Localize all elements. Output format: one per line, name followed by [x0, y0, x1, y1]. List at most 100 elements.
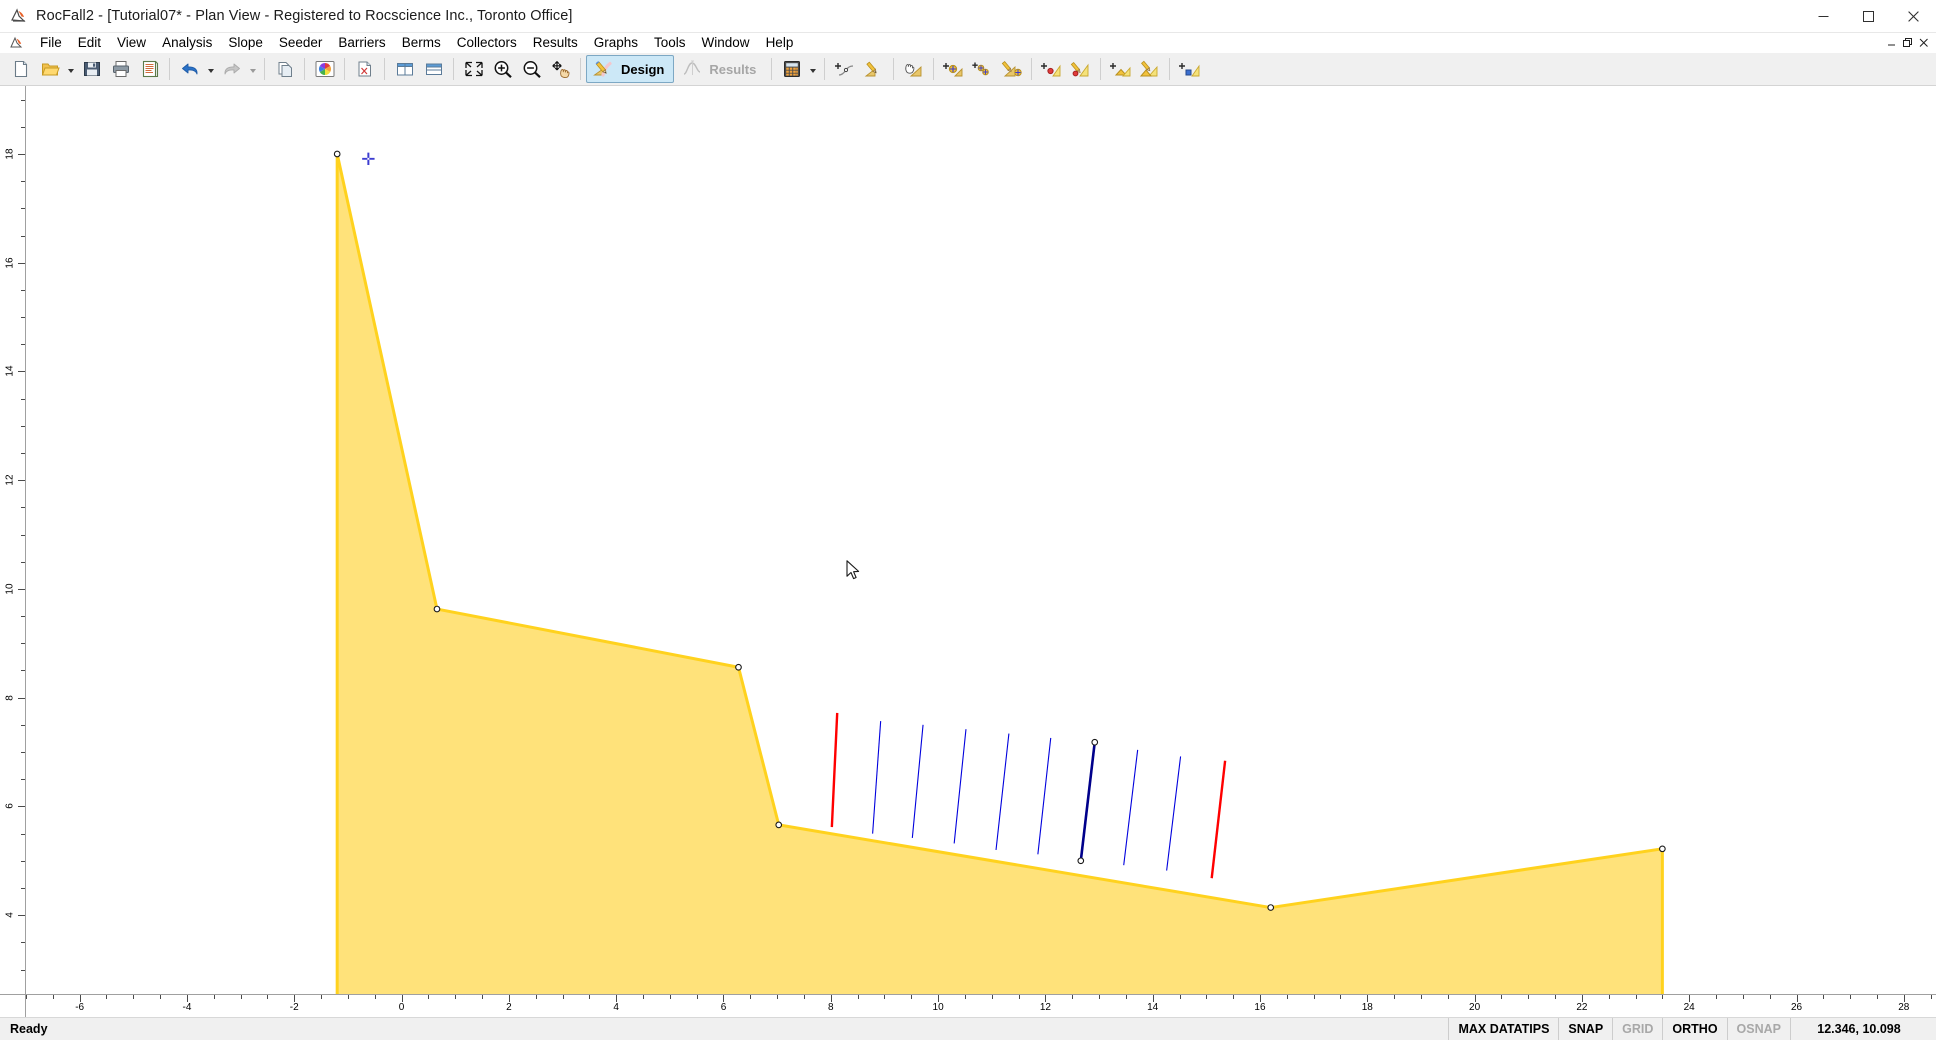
- color-wheel-icon[interactable]: [310, 55, 339, 83]
- x-axis-minor-tick: [1313, 995, 1315, 999]
- maximize-button[interactable]: [1846, 0, 1891, 33]
- add-vertex-icon[interactable]: [830, 55, 859, 83]
- menu-item-slope[interactable]: Slope: [220, 33, 271, 53]
- status-osnap[interactable]: OSNAP: [1726, 1017, 1790, 1041]
- menu-item-seeder[interactable]: Seeder: [271, 33, 331, 53]
- status-grid[interactable]: GRID: [1612, 1017, 1662, 1041]
- menu-item-graphs[interactable]: Graphs: [586, 33, 646, 53]
- x-axis-minor-tick: [1662, 995, 1664, 999]
- menu-item-window[interactable]: Window: [694, 33, 758, 53]
- redo-dropdown[interactable]: [246, 55, 259, 83]
- x-axis-tick-label: 22: [1576, 1002, 1588, 1013]
- menu-item-file[interactable]: File: [32, 33, 70, 53]
- minimize-button[interactable]: [1801, 0, 1846, 33]
- add-barrier-icon[interactable]: [1037, 55, 1066, 83]
- x-axis-minor-tick: [1072, 995, 1074, 999]
- tile-vertical-icon[interactable]: [390, 55, 419, 83]
- plot-canvas[interactable]: ✛: [26, 86, 1936, 994]
- y-axis-ruler[interactable]: 4 6 8 10 12 14 16 18: [0, 86, 26, 994]
- x-axis-major-tick: [508, 995, 510, 1002]
- save-disk-icon[interactable]: [77, 55, 106, 83]
- results-mode-button[interactable]: Results: [674, 55, 766, 83]
- toolbar-separator: [1031, 58, 1033, 80]
- new-document-icon[interactable]: [6, 55, 35, 83]
- menu-item-barriers[interactable]: Barriers: [330, 33, 393, 53]
- pan-hand-icon[interactable]: [546, 55, 575, 83]
- tile-horizontal-icon[interactable]: [419, 55, 448, 83]
- mdi-close-button[interactable]: [1916, 34, 1932, 52]
- x-axis-tick-label: 0: [398, 1002, 405, 1013]
- calculator-icon[interactable]: [777, 55, 806, 83]
- zoom-all-icon[interactable]: [459, 55, 488, 83]
- undo-arrow-icon[interactable]: [175, 55, 204, 83]
- copy-pages-icon[interactable]: [270, 55, 299, 83]
- x-axis-minor-tick: [857, 995, 859, 999]
- report-icon[interactable]: [135, 55, 164, 83]
- add-seeder-points-icon[interactable]: [968, 55, 997, 83]
- x-axis-ruler-body: -6 -4 -2 0 2 4 6 8 10 12 14 16 18 20 22 24 26 28: [26, 995, 1936, 1017]
- status-snap[interactable]: SNAP: [1558, 1017, 1612, 1041]
- edit-berm-icon[interactable]: [1135, 55, 1164, 83]
- y-axis-tick-label: 14: [4, 365, 16, 377]
- x-axis-minor-tick: [589, 995, 591, 999]
- open-folder-icon[interactable]: [35, 55, 64, 83]
- y-axis-minor-tick: [21, 126, 25, 128]
- x-axis-minor-tick: [240, 995, 242, 999]
- status-ortho[interactable]: ORTHO: [1662, 1017, 1726, 1041]
- paint-slope-icon[interactable]: [899, 55, 928, 83]
- x-axis-major-tick: [938, 995, 940, 1002]
- y-axis-minor-tick: [21, 453, 25, 454]
- toolbar-separator: [1169, 58, 1171, 80]
- status-max-datatips[interactable]: MAX DATATIPS: [1448, 1017, 1558, 1041]
- menu-item-edit[interactable]: Edit: [70, 33, 109, 53]
- mdi-restore-button[interactable]: [1900, 34, 1916, 52]
- edit-barrier-icon[interactable]: [1066, 55, 1095, 83]
- y-axis-minor-tick: [21, 317, 25, 319]
- y-axis-minor-tick: [21, 561, 25, 563]
- menu-item-help[interactable]: Help: [758, 33, 802, 53]
- toolbar-separator: [304, 58, 305, 80]
- y-axis-minor-tick: [21, 289, 25, 291]
- x-axis-minor-tick: [213, 995, 215, 999]
- y-axis-minor-tick: [21, 208, 25, 210]
- x-axis-tick-label: -4: [182, 1002, 192, 1013]
- redo-arrow-icon[interactable]: [217, 55, 246, 83]
- open-file-dropdown[interactable]: [64, 55, 77, 83]
- zoom-out-icon[interactable]: [517, 55, 546, 83]
- undo-dropdown[interactable]: [204, 55, 217, 83]
- printer-icon[interactable]: [106, 55, 135, 83]
- x-axis-major-tick: [186, 995, 188, 1002]
- close-button[interactable]: [1891, 0, 1936, 33]
- page-format-icon[interactable]: [350, 55, 379, 83]
- add-berm-icon[interactable]: [1106, 55, 1135, 83]
- x-axis-minor-tick: [1206, 995, 1208, 999]
- y-axis-minor-tick: [21, 425, 25, 427]
- y-axis-minor-tick: [21, 616, 25, 618]
- menu-item-analysis[interactable]: Analysis: [154, 33, 220, 53]
- x-axis-minor-tick: [669, 995, 671, 999]
- x-axis-minor-tick: [696, 995, 698, 999]
- menu-item-tools[interactable]: Tools: [646, 33, 694, 53]
- add-collector-icon[interactable]: [1175, 55, 1204, 83]
- menu-item-results[interactable]: Results: [525, 33, 586, 53]
- x-axis-minor-tick: [642, 995, 644, 999]
- y-axis-minor-tick: [21, 724, 25, 726]
- x-axis-minor-tick: [750, 995, 752, 999]
- menu-item-view[interactable]: View: [109, 33, 154, 53]
- y-axis-tick-label: 18: [4, 148, 16, 160]
- menu-item-collectors[interactable]: Collectors: [449, 33, 525, 53]
- y-axis-minor-tick: [21, 779, 25, 781]
- x-axis-minor-tick: [321, 995, 323, 999]
- compute-dropdown[interactable]: [806, 55, 819, 83]
- x-axis-ruler[interactable]: -6 -4 -2 0 2 4 6 8 10 12 14 16 18 20 22 24 26 28: [0, 994, 1936, 1017]
- x-axis-major-tick: [294, 995, 296, 1002]
- add-seeder-icon[interactable]: [939, 55, 968, 83]
- menu-item-berms[interactable]: Berms: [394, 33, 449, 53]
- mdi-minimize-button[interactable]: [1884, 34, 1900, 52]
- edit-seeder-icon[interactable]: [997, 55, 1026, 83]
- status-indicators: MAX DATATIPS SNAP GRID ORTHO OSNAP 12.34…: [1448, 1017, 1936, 1041]
- edit-slope-icon[interactable]: [859, 55, 888, 83]
- x-axis-tick-label: 28: [1898, 1002, 1910, 1013]
- zoom-in-icon[interactable]: [488, 55, 517, 83]
- design-mode-button[interactable]: Design: [586, 55, 675, 83]
